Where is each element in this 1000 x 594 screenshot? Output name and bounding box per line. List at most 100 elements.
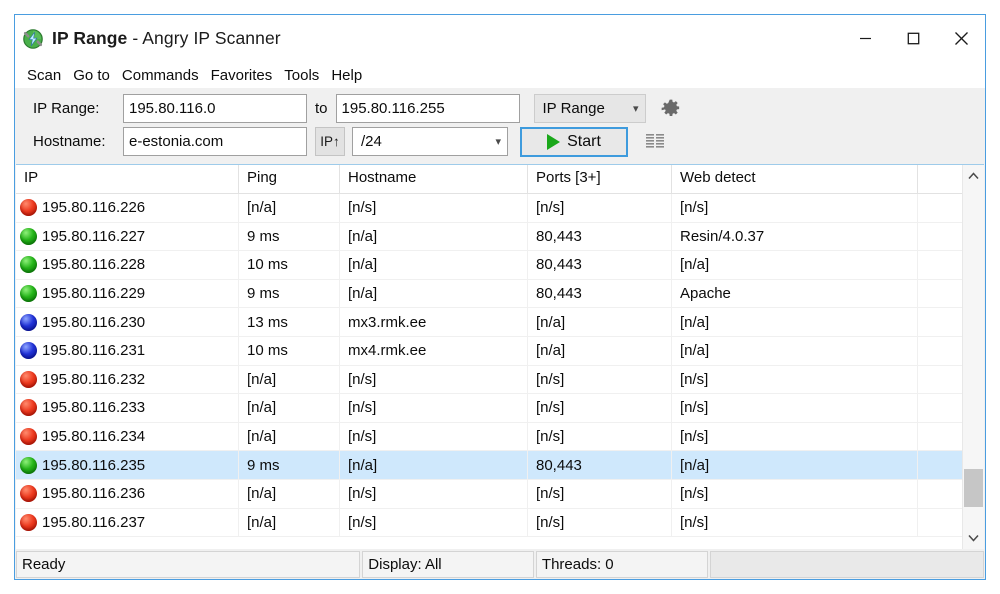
scrollbar-thumb[interactable] <box>964 469 983 506</box>
status-red-icon <box>20 199 37 216</box>
menu-item-commands[interactable]: Commands <box>116 65 205 86</box>
status-green-icon <box>20 256 37 273</box>
cell-ip: 195.80.116.226 <box>16 194 239 222</box>
table-row[interactable]: 195.80.116.236[n/a][n/s][n/s][n/s] <box>16 480 962 509</box>
column-header-ip[interactable]: IP <box>16 165 239 193</box>
feeder-select-value: IP Range <box>543 100 605 117</box>
ip-address-label: 195.80.116.229 <box>42 285 145 302</box>
ip-address-label: 195.80.116.237 <box>42 514 145 531</box>
columns-icon[interactable] <box>640 128 670 156</box>
cell-ping: 10 ms <box>239 336 340 365</box>
cell-ports: 80,443 <box>528 251 672 280</box>
scroll-up-arrow-icon[interactable] <box>963 165 984 187</box>
status-red-icon <box>20 399 37 416</box>
hostname-label: Hostname: <box>33 133 123 150</box>
ip-up-button[interactable]: IP↑ <box>315 127 345 156</box>
cell-ports: [n/s] <box>528 422 672 451</box>
vertical-scrollbar[interactable] <box>962 165 984 549</box>
minimize-button[interactable] <box>841 15 889 61</box>
ip-address-label: 195.80.116.228 <box>42 256 145 273</box>
cell-ping: [n/a] <box>239 365 340 394</box>
status-red-icon <box>20 514 37 531</box>
close-button[interactable] <box>937 15 985 61</box>
table-body: 195.80.116.226[n/a][n/s][n/s][n/s]195.80… <box>16 194 962 549</box>
cell-ip: 195.80.116.231 <box>16 336 239 365</box>
cell-ip: 195.80.116.234 <box>16 422 239 451</box>
column-header-hostname[interactable]: Hostname <box>340 165 528 193</box>
feeder-select[interactable]: IP Range ▾ <box>534 94 646 123</box>
status-green-icon <box>20 228 37 245</box>
status-bar: ReadyDisplay: AllThreads: 0 <box>15 549 985 579</box>
cell-web: [n/a] <box>672 251 918 280</box>
cell-ports: [n/a] <box>528 308 672 337</box>
table-row[interactable]: 195.80.116.232[n/a][n/s][n/s][n/s] <box>16 366 962 395</box>
table-row[interactable]: 195.80.116.233[n/a][n/s][n/s][n/s] <box>16 394 962 423</box>
table-row[interactable]: 195.80.116.2359 ms[n/a]80,443[n/a] <box>16 451 962 480</box>
gear-icon[interactable] <box>656 94 686 124</box>
ip-address-label: 195.80.116.236 <box>42 485 145 502</box>
ip-address-label: 195.80.116.235 <box>42 457 145 474</box>
cell-hostname: [n/s] <box>340 194 528 222</box>
table-row[interactable]: 195.80.116.2279 ms[n/a]80,443Resin/4.0.3… <box>16 223 962 252</box>
status-cell-0: Ready <box>16 551 360 578</box>
column-header-ports-3[interactable]: Ports [3+] <box>528 165 672 193</box>
status-red-icon <box>20 428 37 445</box>
ip-address-label: 195.80.116.230 <box>42 314 145 331</box>
feeder-toolbar: IP Range: 195.80.116.0 to 195.80.116.255… <box>15 88 985 162</box>
table-row[interactable]: 195.80.116.234[n/a][n/s][n/s][n/s] <box>16 423 962 452</box>
cell-ping: 9 ms <box>239 279 340 308</box>
cell-hostname: [n/a] <box>340 251 528 280</box>
start-button[interactable]: Start <box>520 127 628 157</box>
table-row[interactable]: 195.80.116.22810 ms[n/a]80,443[n/a] <box>16 251 962 280</box>
menu-item-favorites[interactable]: Favorites <box>205 65 279 86</box>
scroll-down-arrow-icon[interactable] <box>963 527 984 549</box>
ip-range-label: IP Range: <box>33 100 123 117</box>
cell-hostname: [n/a] <box>340 222 528 251</box>
ip-address-label: 195.80.116.231 <box>42 342 145 359</box>
cell-web: Apache <box>672 279 918 308</box>
table-row[interactable]: 195.80.116.237[n/a][n/s][n/s][n/s] <box>16 509 962 538</box>
table-row[interactable]: 195.80.116.2299 ms[n/a]80,443Apache <box>16 280 962 309</box>
chevron-down-icon: ▾ <box>633 102 639 115</box>
ip-range-start-input[interactable]: 195.80.116.0 <box>123 94 307 123</box>
hostname-input[interactable]: e-estonia.com <box>123 127 307 156</box>
status-red-icon <box>20 485 37 502</box>
hostname-row: Hostname: e-estonia.com IP↑ /24 ▾ Start <box>15 125 985 158</box>
status-red-icon <box>20 371 37 388</box>
main-window: IP Range - Angry IP Scanner Scan Go to C… <box>14 14 986 580</box>
table-row[interactable]: 195.80.116.23110 msmx4.rmk.ee[n/a][n/a] <box>16 337 962 366</box>
cell-ping: [n/a] <box>239 394 340 423</box>
ip-range-end-input[interactable]: 195.80.116.255 <box>336 94 520 123</box>
column-header-ping[interactable]: Ping <box>239 165 340 193</box>
cell-web: [n/a] <box>672 451 918 480</box>
ip-address-label: 195.80.116.234 <box>42 428 145 445</box>
status-green-icon <box>20 285 37 302</box>
cell-ip: 195.80.116.237 <box>16 508 239 537</box>
cell-ip: 195.80.116.232 <box>16 365 239 394</box>
table-row[interactable]: 195.80.116.23013 msmx3.rmk.ee[n/a][n/a] <box>16 308 962 337</box>
netmask-select[interactable]: /24 ▾ <box>352 127 508 156</box>
cell-web: [n/a] <box>672 308 918 337</box>
cell-ports: 80,443 <box>528 451 672 480</box>
cell-ports: 80,443 <box>528 222 672 251</box>
cell-hostname: [n/s] <box>340 508 528 537</box>
menu-item-goto[interactable]: Go to <box>67 65 116 86</box>
column-header-web-detect[interactable]: Web detect <box>672 165 918 193</box>
scrollbar-track[interactable] <box>963 187 984 527</box>
table-row[interactable]: 195.80.116.226[n/a][n/s][n/s][n/s] <box>16 194 962 223</box>
cell-web: Resin/4.0.37 <box>672 222 918 251</box>
menu-item-scan[interactable]: Scan <box>21 65 67 86</box>
menu-bar: Scan Go to Commands Favorites Tools Help <box>15 62 985 88</box>
maximize-button[interactable] <box>889 15 937 61</box>
title-range-label: IP Range <box>52 28 127 48</box>
ip-address-label: 195.80.116.233 <box>42 399 145 416</box>
page-title: IP Range - Angry IP Scanner <box>52 28 281 49</box>
menu-item-help[interactable]: Help <box>325 65 368 86</box>
cell-ports: [n/a] <box>528 336 672 365</box>
cell-ports: 80,443 <box>528 279 672 308</box>
status-cell-2: Threads: 0 <box>536 551 708 578</box>
menu-item-tools[interactable]: Tools <box>278 65 325 86</box>
results-table-body-wrap: IPPingHostnamePorts [3+]Web detect 195.8… <box>16 165 962 549</box>
cell-hostname: [n/s] <box>340 365 528 394</box>
cell-hostname: mx3.rmk.ee <box>340 308 528 337</box>
